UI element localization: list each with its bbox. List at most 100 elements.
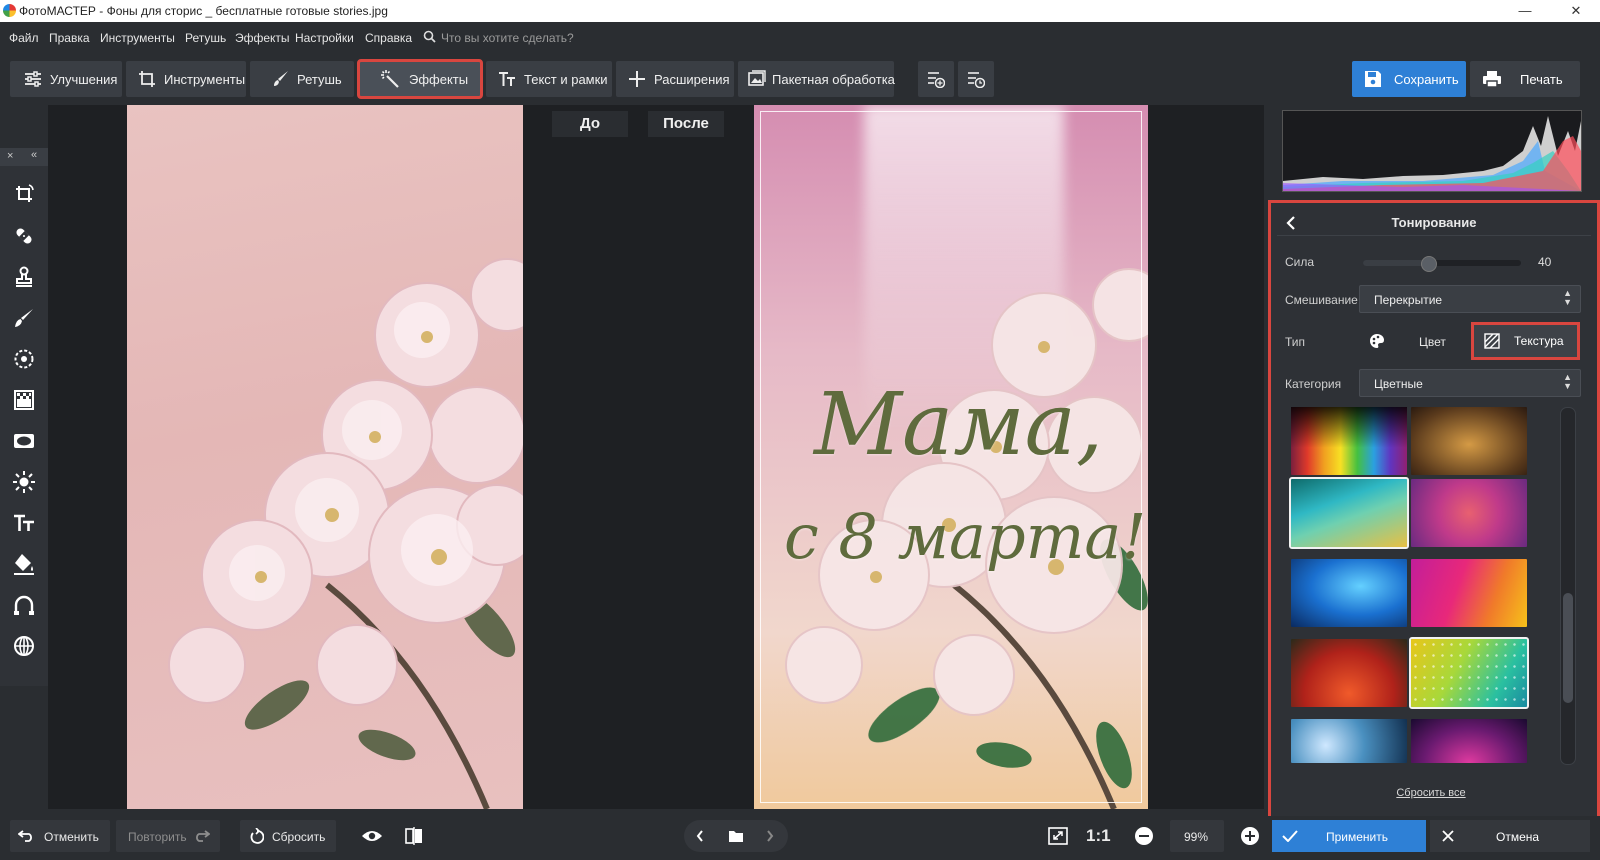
add-preset-button[interactable] (918, 61, 954, 97)
menu-file[interactable]: Файл (9, 31, 39, 45)
tab-effects[interactable]: Эффекты (357, 59, 483, 99)
texture-thumb[interactable] (1411, 407, 1527, 475)
tab-tools[interactable]: Инструменты (126, 61, 246, 97)
sliders-icon (25, 71, 41, 87)
type-label: Тип (1285, 335, 1306, 349)
vignette-icon[interactable] (12, 429, 36, 453)
brush-tool-icon[interactable] (12, 306, 36, 330)
redo-label: Повторить (128, 830, 187, 844)
cancel-button[interactable]: Отмена (1430, 820, 1590, 852)
updown-arrows-icon: ▲ ▼ (1563, 288, 1572, 307)
save-button[interactable]: Сохранить (1352, 61, 1466, 97)
stamp-icon[interactable] (12, 265, 36, 289)
menu-bar: Файл Правка Инструменты Ретушь Эффекты Н… (0, 22, 1600, 52)
printer-icon (1483, 71, 1501, 88)
bottom-bar: Отменить Повторить Сбросить 1:1 99% Прим… (0, 816, 1600, 860)
type-color-option[interactable]: Цвет (1369, 327, 1469, 355)
menu-help[interactable]: Справка (365, 31, 412, 45)
type-texture-option[interactable]: Текстура (1471, 322, 1580, 360)
scrollbar-thumb[interactable] (1563, 593, 1573, 703)
tab-label: Текст и рамки (524, 72, 608, 87)
tab-batch[interactable]: Пакетная обработка (738, 61, 895, 97)
menu-retouch[interactable]: Ретушь (185, 31, 226, 45)
images-icon (748, 70, 766, 86)
radial-filter-icon[interactable] (12, 347, 36, 371)
greeting-line-1: Мама, (814, 375, 1104, 475)
strength-slider-knob[interactable] (1421, 256, 1437, 272)
print-button[interactable]: Печать (1470, 61, 1580, 97)
zoom-out-button[interactable] (1126, 820, 1162, 852)
next-image-icon[interactable] (766, 830, 774, 842)
after-label: После (648, 111, 724, 137)
healing-patch-icon[interactable] (12, 224, 36, 248)
tab-label: Улучшения (50, 72, 118, 87)
brightness-icon[interactable] (12, 470, 36, 494)
window-title: ФотоМАСТЕР - Фоны для сторис _ бесплатны… (19, 4, 388, 18)
close-panel-icon[interactable]: × (7, 150, 13, 162)
reset-all-link[interactable]: Сбросить все (1271, 787, 1591, 799)
flowers-illustration (168, 258, 523, 809)
globe-icon[interactable] (12, 634, 36, 658)
category-select[interactable]: Цветные ▲ ▼ (1359, 369, 1581, 397)
after-image[interactable]: Мама, с 8 марта! (754, 105, 1148, 809)
preset-history-button[interactable] (958, 61, 994, 97)
reset-button[interactable]: Сбросить (240, 820, 336, 852)
curves-icon[interactable] (12, 593, 36, 617)
zoom-value[interactable]: 99% (1170, 820, 1224, 852)
rotate-crop-icon[interactable] (12, 182, 36, 206)
app-logo (3, 4, 16, 17)
tab-enhancements[interactable]: Улучшения (10, 61, 122, 97)
tab-label: Эффекты (409, 72, 469, 87)
preview-toggle-button[interactable] (352, 820, 392, 852)
before-image[interactable] (127, 105, 523, 809)
crop-icon (139, 71, 155, 87)
apply-button[interactable]: Применить (1272, 820, 1426, 852)
texture-thumb-selected[interactable] (1409, 637, 1529, 709)
zoom-in-button[interactable] (1232, 820, 1268, 852)
close-window-button[interactable]: ✕ (1552, 0, 1600, 22)
histogram (1282, 110, 1582, 192)
texture-thumb[interactable] (1411, 479, 1527, 547)
tab-extensions[interactable]: Расширения (616, 61, 734, 97)
blend-value: Перекрытие (1374, 293, 1443, 307)
compare-button[interactable] (396, 820, 432, 852)
menu-effects[interactable]: Эффекты (235, 31, 290, 45)
preset-history-icon (968, 72, 985, 88)
command-search[interactable]: Что вы хотите сделать? (423, 28, 623, 46)
strength-label: Сила (1285, 255, 1315, 269)
texture-thumb[interactable] (1291, 559, 1407, 627)
strength-slider[interactable] (1363, 256, 1521, 272)
texture-thumb[interactable] (1411, 559, 1527, 627)
blend-select[interactable]: Перекрытие ▲ ▼ (1359, 285, 1581, 313)
prev-image-icon[interactable] (696, 830, 704, 842)
gradient-filter-icon[interactable] (12, 388, 36, 412)
fit-screen-button[interactable] (1040, 820, 1076, 852)
category-value: Цветные (1374, 377, 1423, 391)
menu-settings[interactable]: Настройки (295, 31, 354, 45)
texture-thumb[interactable] (1291, 639, 1407, 707)
menu-tools[interactable]: Инструменты (100, 31, 175, 45)
image-navigator (684, 820, 788, 852)
tab-label: Пакетная обработка (772, 72, 895, 87)
text-tool-icon[interactable] (12, 511, 36, 535)
redo-button[interactable]: Повторить (116, 820, 220, 852)
zoom-1-1-button[interactable]: 1:1 (1080, 820, 1120, 852)
collapse-panel-icon[interactable]: « (31, 149, 37, 161)
texture-thumb[interactable] (1291, 407, 1407, 475)
brush-icon (274, 71, 288, 86)
undo-button[interactable]: Отменить (10, 820, 110, 852)
print-label: Печать (1520, 72, 1563, 87)
menu-edit[interactable]: Правка (49, 31, 90, 45)
tab-text-frames[interactable]: Текст и рамки (486, 61, 612, 97)
minimize-button[interactable]: — (1505, 0, 1545, 22)
apply-label: Применить (1326, 830, 1389, 844)
texture-thumb[interactable] (1291, 719, 1407, 763)
texture-thumb[interactable] (1411, 719, 1527, 763)
texture-thumb-selected[interactable] (1289, 477, 1409, 549)
eye-icon (362, 831, 382, 841)
thumbs-scrollbar[interactable] (1560, 407, 1576, 765)
undo-label: Отменить (44, 830, 99, 844)
fill-bucket-icon[interactable] (12, 552, 36, 576)
folder-icon[interactable] (728, 829, 744, 843)
tab-retouch[interactable]: Ретушь (250, 61, 354, 97)
